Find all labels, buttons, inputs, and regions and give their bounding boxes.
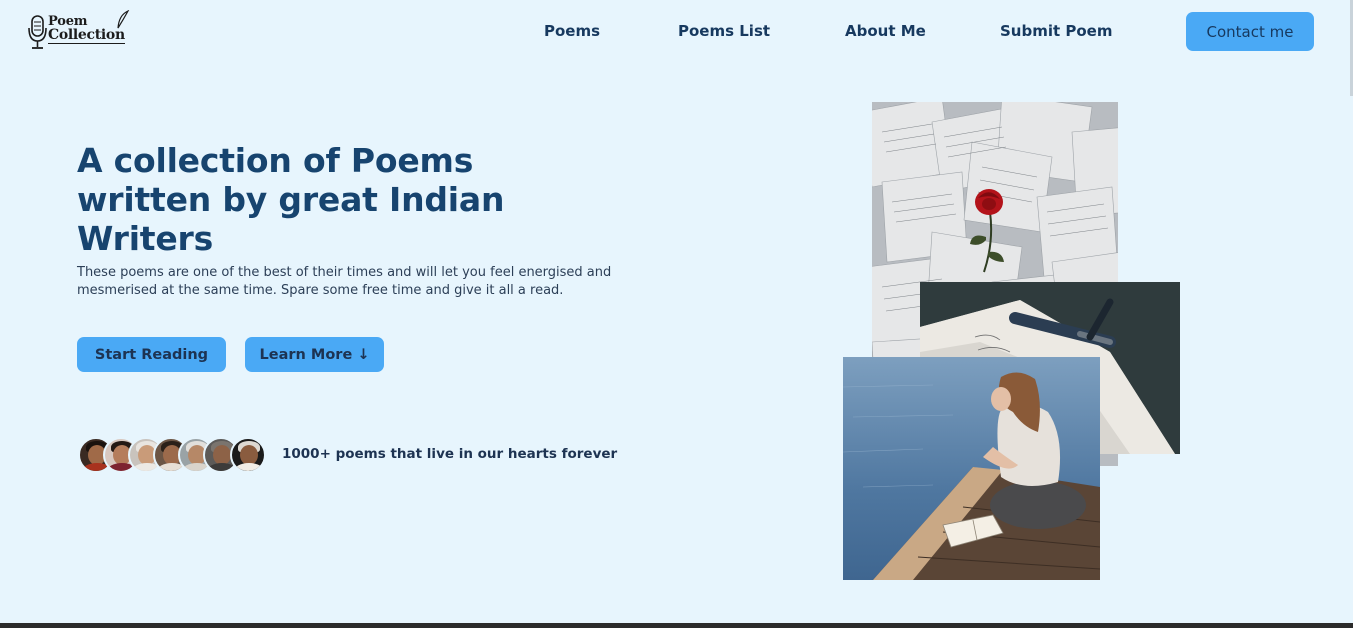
nav-link-submit-poem[interactable]: Submit Poem	[1000, 22, 1113, 40]
writer-avatars	[78, 437, 278, 473]
avatar	[230, 437, 266, 473]
nav-link-about-me[interactable]: About Me	[845, 22, 926, 40]
start-reading-button[interactable]: Start Reading	[77, 337, 226, 372]
top-navbar: Poem Collection Poems Poems List About M…	[0, 0, 1353, 64]
nav-link-poems-list[interactable]: Poems List	[678, 22, 770, 40]
site-logo[interactable]: Poem Collection	[28, 10, 134, 52]
poems-count-caption: 1000+ poems that live in our hearts fore…	[282, 446, 618, 462]
logo-text-line2: Collection	[48, 27, 125, 44]
bottom-edge	[0, 623, 1353, 628]
learn-more-button[interactable]: Learn More ↓	[245, 337, 384, 372]
hero-title: A collection of Poems written by great I…	[77, 141, 505, 258]
microphone-icon	[28, 15, 47, 49]
contact-me-button[interactable]: Contact me	[1186, 12, 1314, 51]
girl-reading-photo	[843, 357, 1100, 580]
hero-description: These poems are one of the best of their…	[77, 265, 612, 298]
girl-reading-image	[843, 357, 1100, 580]
quill-icon	[117, 10, 130, 29]
nav-link-poems[interactable]: Poems	[544, 22, 600, 40]
